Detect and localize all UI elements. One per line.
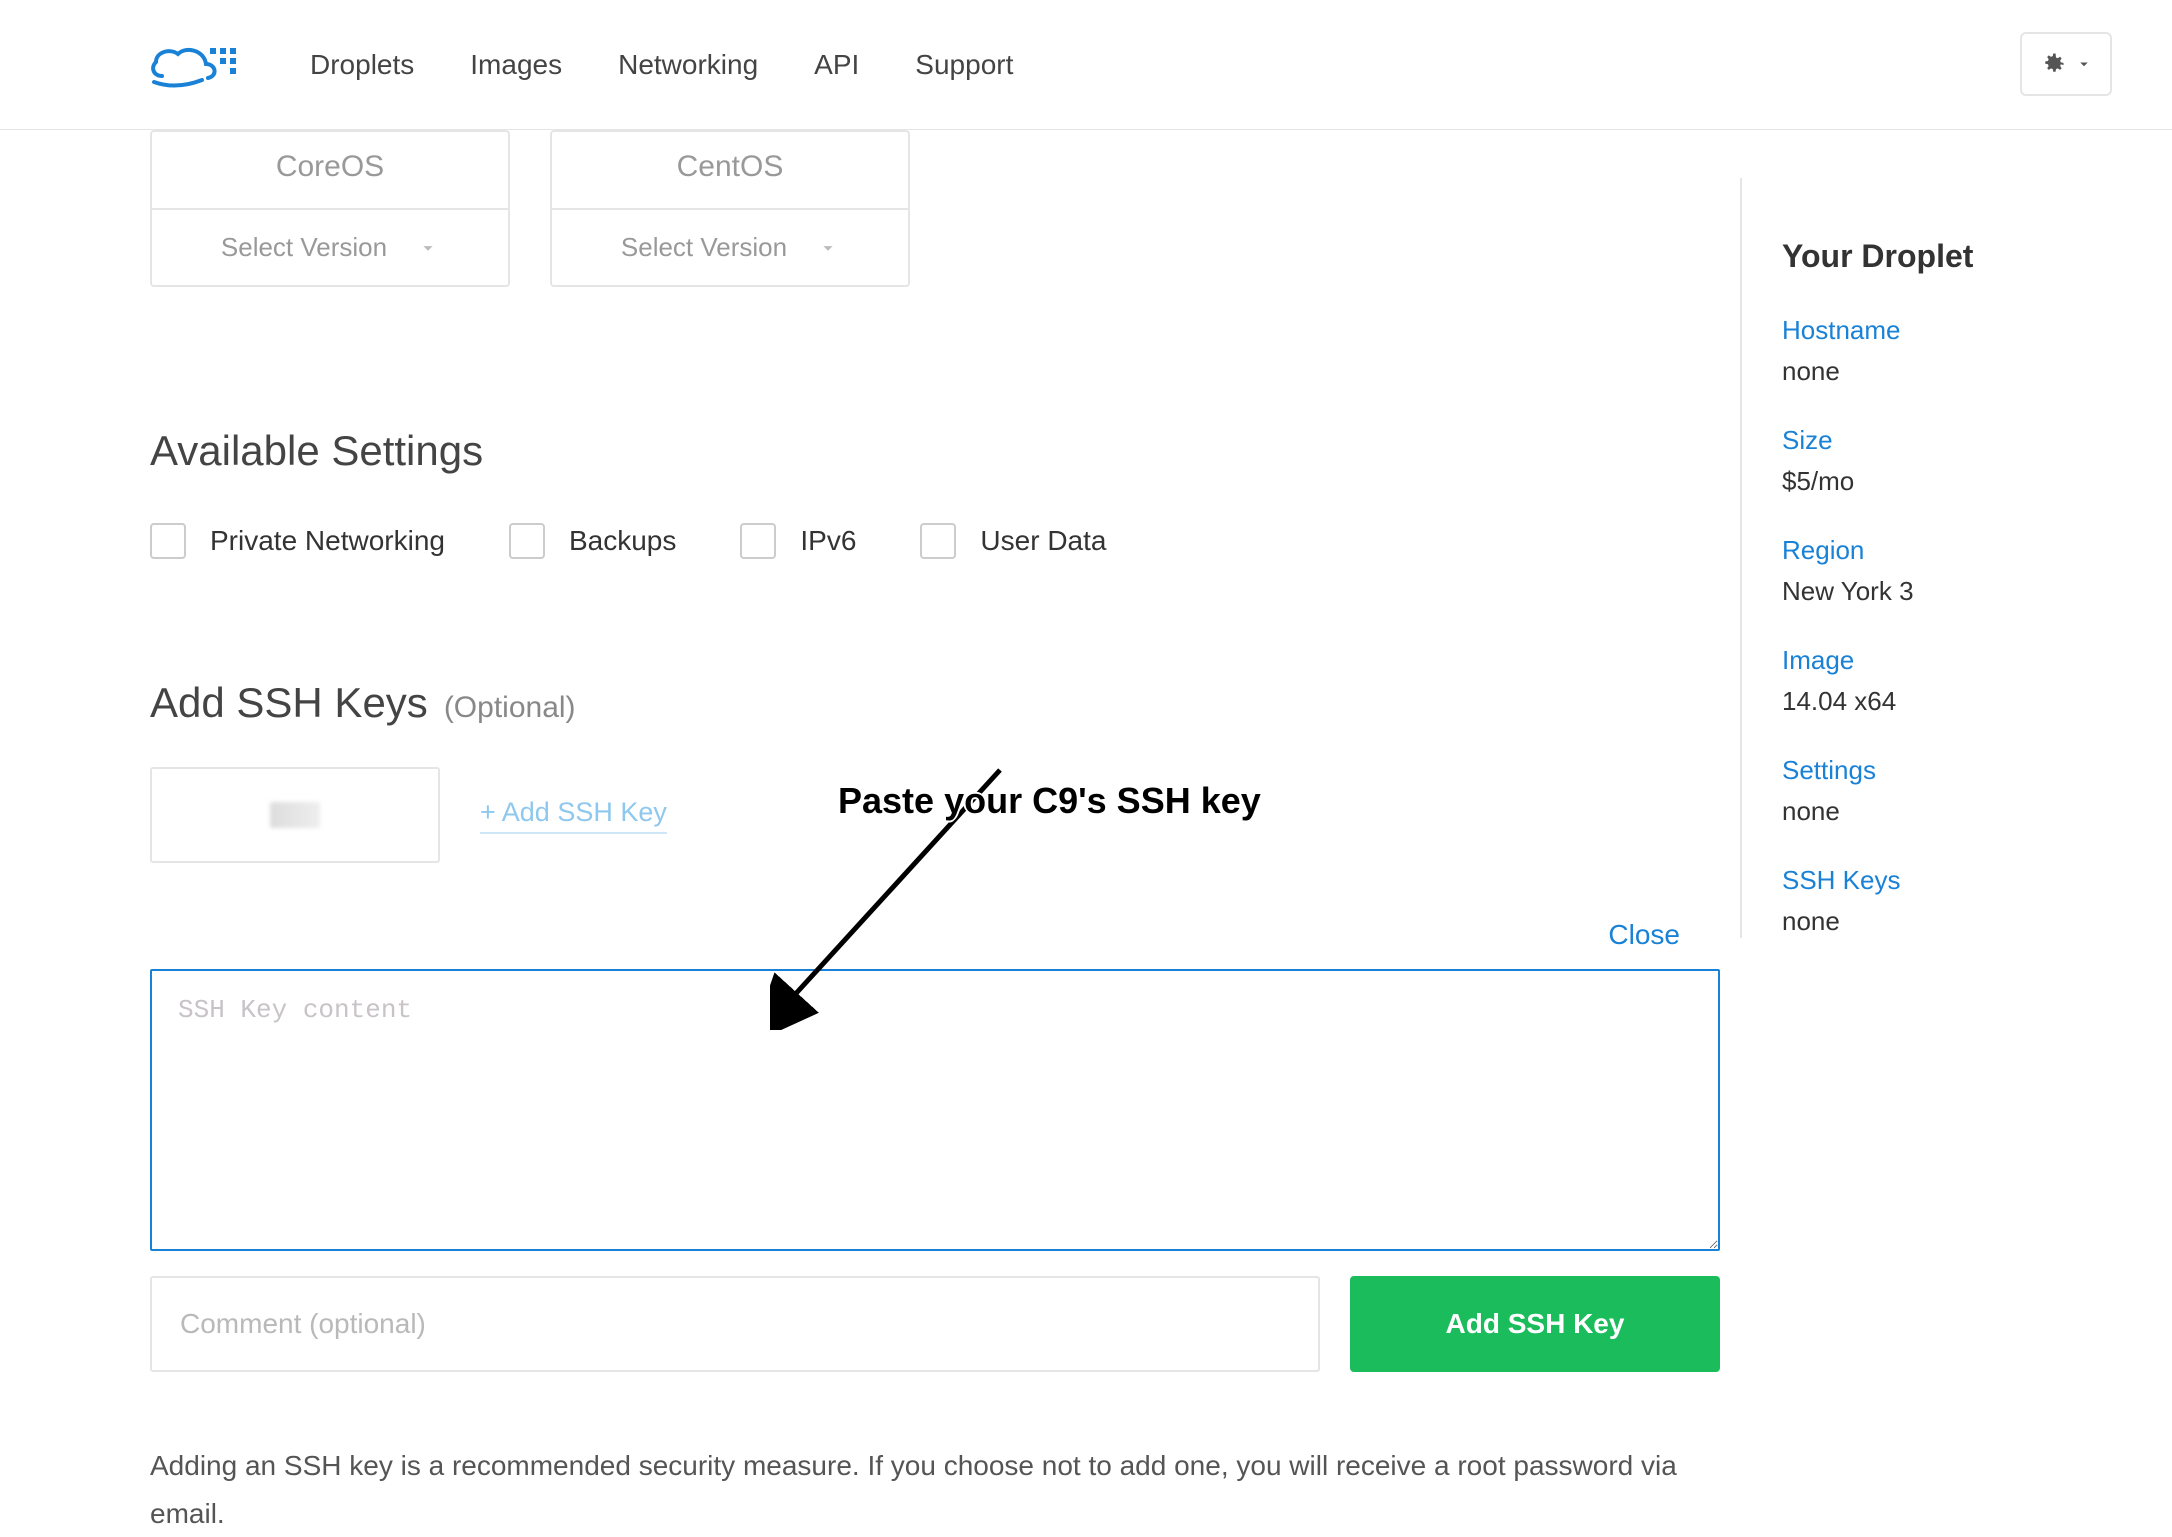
option-label: IPv6 (800, 525, 856, 557)
checkbox[interactable] (509, 523, 545, 559)
sidebar-value: none (1782, 796, 2100, 827)
sidebar-value: $5/mo (1782, 466, 2100, 497)
ssh-hint-text: Adding an SSH key is a recommended secur… (150, 1442, 1680, 1537)
brand-logo[interactable] (150, 40, 240, 90)
chevron-down-icon (2075, 55, 2093, 73)
existing-ssh-key-slot[interactable] (150, 767, 440, 863)
nav-item-networking[interactable]: Networking (618, 49, 758, 81)
main-content: CoreOS Select Version CentOS Select Vers… (150, 130, 1740, 1537)
os-card-coreos[interactable]: CoreOS Select Version (150, 130, 510, 287)
checkbox[interactable] (150, 523, 186, 559)
available-settings-heading: Available Settings (150, 427, 1680, 475)
ssh-comment-input[interactable] (150, 1276, 1320, 1372)
chevron-down-icon (817, 237, 839, 259)
settings-dropdown[interactable] (2020, 32, 2112, 96)
sidebar-label: Size (1782, 425, 2100, 456)
droplet-summary-sidebar: Your Droplet Hostname none Size $5/mo Re… (1740, 178, 2100, 938)
option-backups[interactable]: Backups (509, 523, 676, 559)
cloud-logo-icon (150, 40, 240, 90)
checkbox[interactable] (740, 523, 776, 559)
chevron-down-icon (417, 237, 439, 259)
sidebar-item-region: Region New York 3 (1782, 535, 2100, 607)
sidebar-value: 14.04 x64 (1782, 686, 2100, 717)
option-label: User Data (980, 525, 1106, 557)
nav-item-images[interactable]: Images (470, 49, 562, 81)
settings-options: Private Networking Backups IPv6 User Dat… (150, 523, 1680, 559)
optional-label: (Optional) (444, 691, 576, 725)
sidebar-item-image: Image 14.04 x64 (1782, 645, 2100, 717)
sidebar-heading: Your Droplet (1782, 238, 2100, 275)
gear-icon (2039, 50, 2067, 78)
option-private-networking[interactable]: Private Networking (150, 523, 445, 559)
top-nav: Droplets Images Networking API Support (0, 0, 2172, 130)
sidebar-item-hostname: Hostname none (1782, 315, 2100, 387)
os-card-name: CentOS (552, 132, 908, 210)
nav-item-api[interactable]: API (814, 49, 859, 81)
sidebar-item-ssh-keys: SSH Keys none (1782, 865, 2100, 937)
os-card-row: CoreOS Select Version CentOS Select Vers… (150, 130, 1680, 287)
os-version-select[interactable]: Select Version (152, 210, 508, 285)
sidebar-value: none (1782, 356, 2100, 387)
sidebar-item-size: Size $5/mo (1782, 425, 2100, 497)
option-user-data[interactable]: User Data (920, 523, 1106, 559)
os-card-name: CoreOS (152, 132, 508, 210)
add-ssh-keys-heading: Add SSH Keys (150, 679, 428, 727)
option-label: Private Networking (210, 525, 445, 557)
redacted-key-label (270, 802, 320, 828)
sidebar-label: Hostname (1782, 315, 2100, 346)
checkbox[interactable] (920, 523, 956, 559)
os-card-centos[interactable]: CentOS Select Version (550, 130, 910, 287)
sidebar-label: Settings (1782, 755, 2100, 786)
sidebar-item-settings: Settings none (1782, 755, 2100, 827)
os-version-label: Select Version (621, 232, 787, 263)
sidebar-value: New York 3 (1782, 576, 2100, 607)
os-version-select[interactable]: Select Version (552, 210, 908, 285)
sidebar-value: none (1782, 906, 2100, 937)
os-version-label: Select Version (221, 232, 387, 263)
close-link[interactable]: Close (1608, 919, 1680, 951)
add-ssh-key-link[interactable]: + Add SSH Key (480, 797, 667, 834)
nav-items: Droplets Images Networking API Support (310, 49, 1013, 81)
sidebar-label: SSH Keys (1782, 865, 2100, 896)
nav-item-droplets[interactable]: Droplets (310, 49, 414, 81)
add-ssh-key-button[interactable]: Add SSH Key (1350, 1276, 1720, 1372)
sidebar-label: Image (1782, 645, 2100, 676)
sidebar-label: Region (1782, 535, 2100, 566)
annotation-text: Paste your C9's SSH key (838, 780, 1261, 822)
option-label: Backups (569, 525, 676, 557)
ssh-key-textarea[interactable] (150, 969, 1720, 1251)
option-ipv6[interactable]: IPv6 (740, 523, 856, 559)
nav-item-support[interactable]: Support (915, 49, 1013, 81)
